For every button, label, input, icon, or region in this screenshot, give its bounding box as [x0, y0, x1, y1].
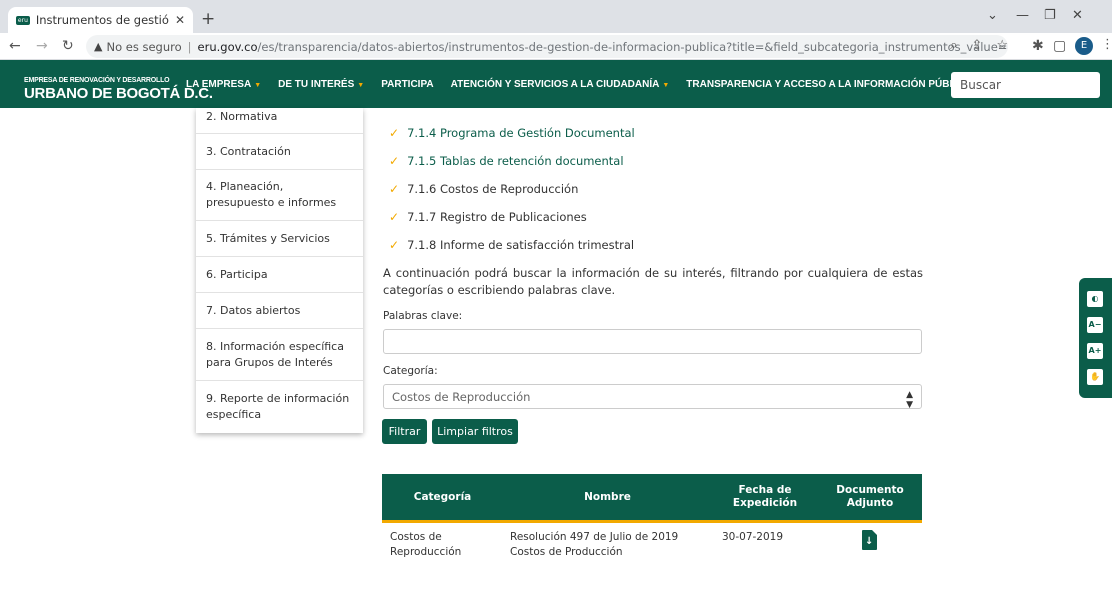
forward-icon[interactable]: → — [36, 38, 48, 54]
column-header-fecha[interactable]: Fecha de Expedición — [725, 484, 805, 510]
keywords-label: Palabras clave: — [383, 310, 463, 322]
contrast-icon[interactable]: ◐ — [1087, 291, 1103, 307]
check-icon: ✓ — [389, 210, 400, 224]
column-header-nombre[interactable]: Nombre — [560, 491, 655, 504]
category-label: Categoría: — [383, 365, 438, 377]
logo-bottom-text[interactable]: URBANO DE BOGOTÁ D.C. — [24, 85, 213, 102]
sidebar-item-participa[interactable]: 6. Participa — [196, 257, 363, 293]
share-icon[interactable]: ⇪ — [971, 38, 982, 53]
doc-link-tablas-retencion[interactable]: 7.1.5 Tablas de retención documental — [407, 154, 624, 168]
caret-down-icon: ▼ — [357, 81, 365, 89]
warning-icon: ▲ — [94, 40, 103, 53]
category-select[interactable]: Costos de Reproducción ▲ ▼ — [383, 384, 922, 410]
download-arrow-icon: ↓ — [865, 536, 874, 547]
table-header-underline — [382, 520, 922, 523]
zoom-icon[interactable]: ⌕ — [950, 38, 957, 53]
sidebar-menu: 2. Normativa 3. Contratación 4. Planeaci… — [196, 108, 363, 433]
restore-icon[interactable]: ❐ — [1044, 8, 1056, 23]
list-item: ✓ 7.1.4 Programa de Gestión Documental — [389, 124, 635, 142]
new-tab-icon[interactable]: + — [201, 9, 215, 29]
address-bar-row: ← → ↻ ▲ No es seguro | eru.gov.co/es/tra… — [0, 33, 1112, 60]
doc-link-registro-publicaciones[interactable]: 7.1.7 Registro de Publicaciones — [407, 210, 587, 224]
nav-item-participa[interactable]: PARTICIPA — [381, 79, 433, 90]
url-path: /es/transparencia/datos-abiertos/instrum… — [257, 39, 1008, 54]
sidebar-item-grupos-interes[interactable]: 8. Información específica para Grupos de… — [196, 329, 363, 381]
sidebar-item-tramites[interactable]: 5. Trámites y Servicios — [196, 221, 363, 257]
keywords-input[interactable] — [383, 329, 922, 354]
sidebar-item-contratacion[interactable]: 3. Contratación — [196, 134, 363, 170]
tab-title: Instrumentos de gestión de infor — [35, 13, 169, 27]
divider: | — [187, 39, 192, 54]
caret-down-icon: ▼ — [254, 81, 262, 89]
doc-link-costos-reproduccion[interactable]: 7.1.6 Costos de Reproducción — [407, 182, 578, 196]
doc-link-informe-satisfaccion[interactable]: 7.1.8 Informe de satisfacción trimestral — [407, 238, 634, 252]
cell-fecha: 30-07-2019 — [722, 531, 784, 543]
logo-top-text[interactable]: EMPRESA DE RENOVACIÓN Y DESARROLLO — [24, 77, 170, 84]
decrease-font-icon[interactable]: A− — [1087, 317, 1103, 333]
nav-item-transparencia[interactable]: TRANSPARENCIA Y ACCESO A LA INFORMACIÓN … — [686, 79, 973, 90]
close-window-icon[interactable]: ✕ — [1072, 8, 1083, 23]
search-input[interactable] — [951, 72, 1100, 98]
check-icon: ✓ — [389, 154, 400, 168]
security-label: No es seguro — [106, 39, 182, 54]
list-item: ✓ 7.1.7 Registro de Publicaciones — [389, 208, 587, 226]
browser-menu-icon[interactable]: ⋮ — [1101, 37, 1112, 52]
increase-font-icon[interactable]: A+ — [1087, 343, 1103, 359]
nav-item-de-tu-interes[interactable]: DE TU INTERÉS ▼ — [278, 79, 364, 90]
select-arrows-icon: ▲ ▼ — [906, 390, 913, 410]
profile-avatar[interactable]: E — [1075, 37, 1093, 55]
nav-item-la-empresa[interactable]: LA EMPRESA ▼ — [186, 79, 261, 90]
clear-filters-button[interactable]: Limpiar filtros — [432, 419, 518, 444]
bookmark-star-icon[interactable]: ☆ — [996, 38, 1008, 53]
accessibility-toolbar: ◐ A− A+ ✋ — [1079, 278, 1112, 398]
url-host: eru.gov.co — [197, 39, 258, 54]
check-icon: ✓ — [389, 238, 400, 252]
list-item: ✓ 7.1.5 Tablas de retención documental — [389, 152, 624, 170]
doc-link-gestion-documental[interactable]: 7.1.4 Programa de Gestión Documental — [407, 126, 635, 140]
filter-intro-text: A continuación podrá buscar la informaci… — [383, 266, 923, 297]
site-favicon-icon: eru — [16, 15, 30, 25]
cell-nombre: Resolución 497 de Julio de 2019 Costos d… — [510, 531, 679, 558]
sidepanel-icon[interactable]: ▢ — [1053, 38, 1066, 54]
cell-categoria: Costos de Reproducción — [390, 531, 462, 558]
pdf-download-icon[interactable]: ↓ — [862, 530, 877, 550]
list-item: ✓ 7.1.6 Costos de Reproducción — [389, 180, 578, 198]
close-tab-icon[interactable]: ✕ — [175, 13, 185, 27]
caret-down-icon: ▼ — [662, 81, 670, 89]
site-header: EMPRESA DE RENOVACIÓN Y DESARROLLO URBAN… — [0, 60, 1112, 108]
browser-tab[interactable]: eru Instrumentos de gestión de infor ✕ — [8, 7, 193, 33]
check-icon: ✓ — [389, 182, 400, 196]
minimize-icon[interactable]: — — [1016, 8, 1029, 23]
sidebar-item-planeacion[interactable]: 4. Planeación, presupuesto e informes — [196, 170, 363, 221]
chevron-down-icon[interactable]: ⌄ — [987, 8, 998, 23]
browser-tab-bar: eru Instrumentos de gestión de infor ✕ +… — [0, 0, 1112, 33]
extensions-icon[interactable]: ✱ — [1032, 38, 1044, 54]
sidebar-item-normativa[interactable]: 2. Normativa — [196, 108, 363, 134]
reload-icon[interactable]: ↻ — [62, 38, 74, 54]
column-header-documento[interactable]: Documento Adjunto — [828, 484, 912, 510]
category-select-value: Costos de Reproducción — [392, 389, 531, 404]
filter-button[interactable]: Filtrar — [382, 419, 427, 444]
url-field[interactable]: ▲ No es seguro | eru.gov.co/es/transpare… — [86, 35, 1008, 58]
nav-item-atencion[interactable]: ATENCIÓN Y SERVICIOS A LA CIUDADANÍA ▼ — [451, 79, 670, 90]
check-icon: ✓ — [389, 126, 400, 140]
back-icon[interactable]: ← — [9, 38, 21, 54]
sidebar-item-datos-abiertos[interactable]: 7. Datos abiertos — [196, 293, 363, 329]
sign-language-icon[interactable]: ✋ — [1087, 369, 1103, 385]
column-header-categoria[interactable]: Categoría — [405, 491, 480, 504]
sidebar-item-reporte[interactable]: 9. Reporte de información específica — [196, 381, 363, 433]
omnibox-actions: ⌕ ⇪ ☆ — [950, 38, 1008, 53]
list-item: ✓ 7.1.8 Informe de satisfacción trimestr… — [389, 236, 634, 254]
main-nav: LA EMPRESA ▼ DE TU INTERÉS ▼ PARTICIPA ATE… — [186, 60, 990, 108]
